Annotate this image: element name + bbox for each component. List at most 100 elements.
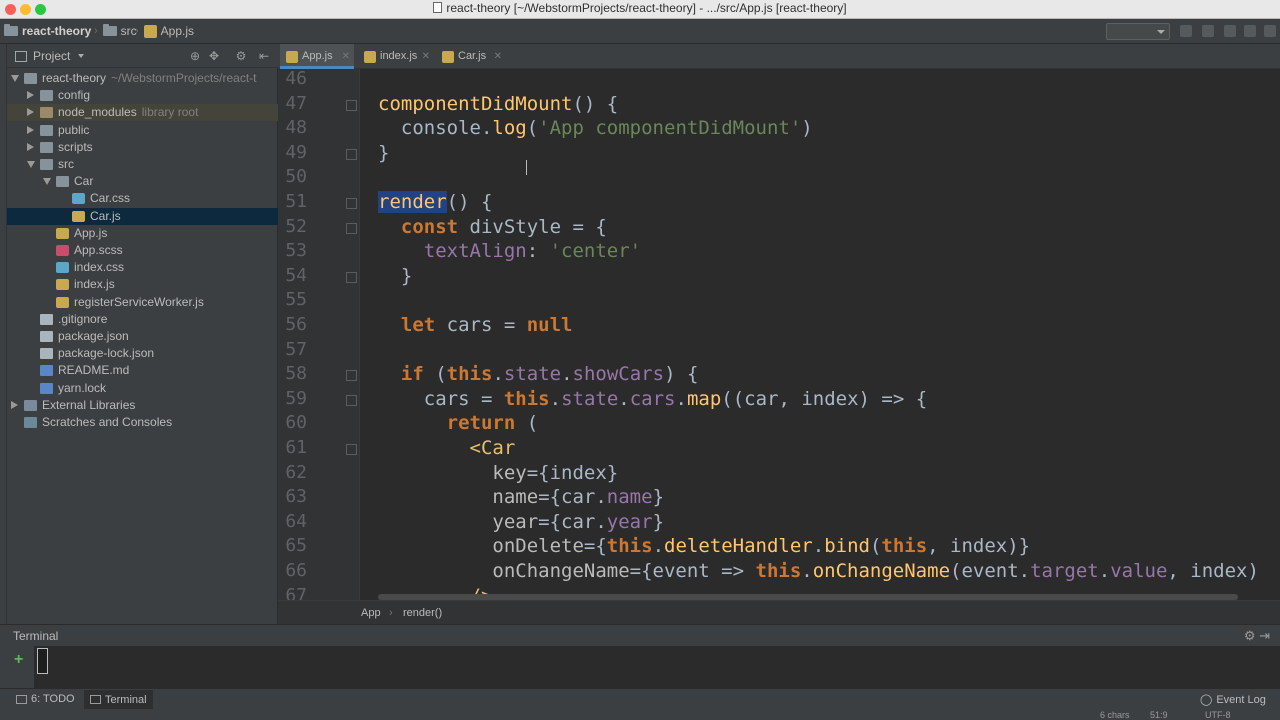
code-line[interactable]: name={car.name} (378, 486, 664, 508)
code-line[interactable]: } (378, 142, 389, 164)
chevron-down-icon[interactable] (11, 75, 19, 82)
tab-app-js[interactable]: App.js ✕ (280, 44, 354, 69)
folder-icon (40, 124, 53, 136)
target-icon[interactable]: ⊕ (189, 50, 201, 62)
terminal-body[interactable] (0, 646, 1280, 688)
tree-item-index-css[interactable]: index.css (7, 259, 278, 276)
project-view-selector[interactable]: Project (15, 49, 85, 63)
todo-tool-button[interactable]: 6: TODO (16, 693, 75, 705)
debug-icon[interactable] (1202, 25, 1214, 37)
tree-item-car-css[interactable]: Car.css (7, 190, 278, 207)
code-editor[interactable]: 46 47 48 49 50 51 52 53 54 55 56 57 58 59 60 61 62 63 64 65… (278, 69, 1280, 600)
fold-marker-icon[interactable] (346, 198, 357, 209)
nav-crumb-project[interactable]: react-theory (4, 24, 91, 38)
fold-marker-icon[interactable] (346, 271, 357, 283)
md-icon (40, 365, 53, 377)
code-token: ( (515, 412, 539, 435)
breadcrumb-class[interactable]: App (361, 601, 381, 625)
tree-item-scripts[interactable]: scripts (7, 139, 278, 156)
tab-index-js[interactable]: index.js ✕ (358, 44, 434, 69)
tree-item-node-modules[interactable]: node_modules library root (7, 104, 278, 122)
tab-car-js[interactable]: Car.js ✕ (436, 44, 506, 69)
code-token: if (400, 363, 424, 386)
terminal-cursor[interactable] (37, 648, 48, 674)
code-line[interactable]: if (this.state.showCars) { (378, 363, 699, 386)
code-line[interactable]: return ( (378, 412, 539, 435)
collapse-all-icon[interactable]: ✥ (208, 50, 220, 62)
fold-marker-icon[interactable] (346, 394, 357, 406)
tree-item-package-lock-json[interactable]: package-lock.json (7, 345, 278, 362)
chevron-down-icon[interactable] (43, 178, 51, 186)
code-line[interactable]: console.log('App componentDidMount') (378, 117, 813, 139)
code-line[interactable]: onDelete={this.deleteHandler.bind(this, … (378, 535, 1030, 557)
stop-icon[interactable] (1244, 25, 1256, 37)
code-line[interactable]: } (378, 265, 412, 287)
run-icon[interactable] (1180, 25, 1192, 37)
breadcrumb-method[interactable]: render() (403, 601, 442, 625)
code-line[interactable]: componentDidMount() { (378, 93, 618, 115)
new-terminal-icon[interactable]: + (14, 651, 23, 669)
tree-item-car-js[interactable]: Car.js (7, 207, 278, 225)
gear-icon[interactable]: ⚙ (235, 50, 247, 62)
chevron-right-icon[interactable] (27, 108, 34, 117)
chevron-down-icon[interactable] (27, 161, 35, 168)
tree-item-external-libraries[interactable]: External Libraries (7, 397, 278, 414)
line-number: 61 (285, 437, 307, 458)
tree-item-gitignore[interactable]: .gitignore (7, 311, 278, 328)
tree-item-readme-md[interactable]: README.md (7, 362, 278, 379)
code-token: render (378, 191, 447, 213)
tree-item-index-js[interactable]: index.js (7, 276, 278, 293)
code-token: state (503, 363, 562, 386)
chevron-right-icon[interactable] (27, 142, 34, 151)
code-line[interactable]: year={car.year} (378, 511, 664, 533)
code-line[interactable]: key={index} (378, 462, 618, 484)
close-icon[interactable]: ✕ (422, 44, 430, 69)
tree-item-app-js[interactable]: App.js (7, 225, 278, 242)
tree-item-registerserviceworker-js[interactable]: registerServiceWorker.js (7, 294, 278, 311)
tree-item-yarn-lock[interactable]: yarn.lock (7, 380, 278, 397)
tree-item-app-scss[interactable]: App.scss (7, 242, 278, 259)
tree-item-config[interactable]: config (7, 87, 278, 104)
search-everywhere-icon[interactable] (1264, 25, 1276, 37)
chevron-right-icon[interactable] (27, 91, 34, 100)
tree-item-name: Car.css (90, 191, 131, 206)
status-caret-position[interactable]: 51:9 (1150, 710, 1168, 720)
terminal-tool-button[interactable]: Terminal (84, 690, 153, 709)
tab-label: Car.js (458, 50, 487, 62)
chevron-right-icon[interactable] (27, 125, 34, 134)
code-token: return (446, 412, 516, 435)
fold-marker-icon[interactable] (346, 222, 357, 234)
code-token: ( (423, 363, 447, 386)
code-line[interactable]: const divStyle = { (378, 216, 607, 238)
chevron-right-icon[interactable] (11, 400, 18, 409)
tree-item-car[interactable]: Car (7, 173, 278, 190)
code-line[interactable]: onChangeName={event => this.onChangeName… (378, 560, 1259, 582)
nav-crumb-file[interactable]: › App.js (130, 24, 194, 38)
close-icon[interactable]: ✕ (494, 44, 502, 69)
event-log-button[interactable]: ◯ Event Log (1200, 693, 1266, 707)
code-line[interactable]: let cars = null (378, 314, 573, 336)
code-line[interactable]: render() { (378, 191, 492, 213)
code-line[interactable]: <Car (378, 437, 516, 459)
tree-item-src[interactable]: src (7, 156, 278, 173)
chevron-down-icon (78, 54, 85, 58)
fold-marker-icon[interactable] (346, 148, 357, 160)
tree-item-scratches-and-consoles[interactable]: Scratches and Consoles (7, 414, 278, 431)
run-configuration-select[interactable] (1106, 23, 1170, 40)
coverage-icon[interactable] (1224, 25, 1236, 37)
terminal-settings-icon[interactable]: ⚙ ⇥ (1244, 628, 1270, 644)
tree-item-label: package.json (58, 328, 129, 345)
fold-marker-icon[interactable] (346, 444, 357, 455)
fold-marker-icon[interactable] (346, 370, 357, 382)
tree-item-public[interactable]: public (7, 122, 278, 139)
folder-icon (24, 73, 37, 84)
code-line[interactable]: cars = this.state.cars.map((car, index) … (378, 388, 927, 410)
code-line[interactable]: textAlign: 'center' (378, 240, 641, 262)
fold-marker-icon[interactable] (346, 99, 357, 111)
hide-panel-icon[interactable]: ⇤ (258, 50, 270, 62)
tree-item-package-json[interactable]: package.json (7, 328, 278, 345)
tree-item-react-theory[interactable]: react-theory ~/WebstormProjects/react-t (7, 70, 278, 87)
status-encoding[interactable]: UTF-8 (1205, 710, 1231, 720)
tree-item-label: public (58, 122, 89, 139)
close-icon[interactable]: ✕ (342, 44, 350, 69)
